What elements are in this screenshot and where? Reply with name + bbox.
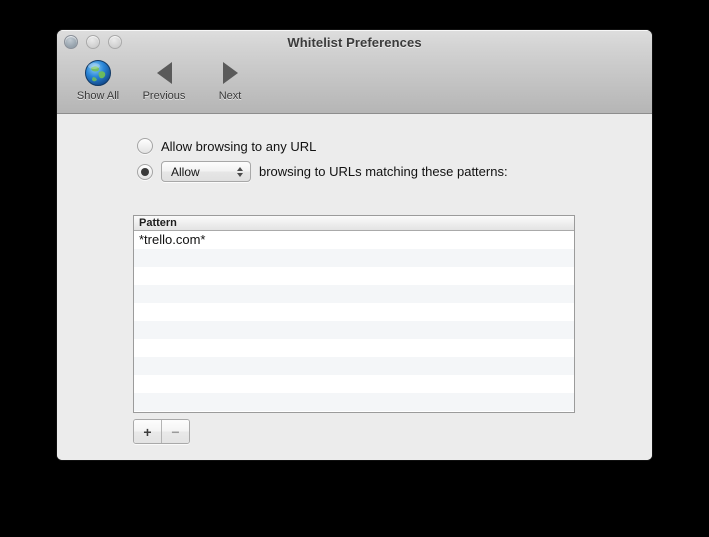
window-titlebar: Whitelist Preferences Show All Previous … — [57, 30, 652, 114]
table-row[interactable] — [134, 411, 574, 412]
globe-icon — [84, 58, 112, 88]
table-row[interactable] — [134, 267, 574, 285]
toolbar-item-label: Next — [218, 90, 242, 102]
radio-allow-any-url-label: Allow browsing to any URL — [161, 138, 317, 154]
table-row[interactable] — [134, 393, 574, 411]
table-row[interactable] — [134, 249, 574, 267]
toolbar-item-next[interactable]: Next — [201, 55, 259, 102]
add-remove-segmented-control: + − — [133, 419, 190, 444]
radio-match-patterns[interactable] — [137, 163, 153, 180]
pattern-table[interactable]: Pattern *trello.com* — [133, 215, 575, 413]
toolbar-item-show-all[interactable]: Show All — [69, 55, 127, 102]
radio-option-allow-any-url[interactable]: Allow browsing to any URL — [137, 138, 316, 154]
table-row[interactable] — [134, 357, 574, 375]
toolbar: Show All Previous Next — [57, 55, 259, 113]
allow-deny-popup-value: Allow — [171, 164, 200, 179]
toolbar-item-label: Previous — [142, 90, 186, 102]
column-header-pattern[interactable]: Pattern — [134, 217, 177, 229]
table-row[interactable] — [134, 285, 574, 303]
table-row[interactable]: *trello.com* — [134, 231, 574, 249]
match-patterns-trailing-label: browsing to URLs matching these patterns… — [259, 164, 508, 179]
arrow-right-icon — [222, 58, 238, 88]
table-body: *trello.com* — [134, 231, 574, 412]
allow-deny-popup-button[interactable]: Allow — [161, 161, 251, 182]
preferences-window: Whitelist Preferences Show All Previous … — [57, 30, 652, 460]
toolbar-item-previous[interactable]: Previous — [135, 55, 193, 102]
remove-pattern-button[interactable]: − — [162, 420, 189, 443]
toolbar-item-label: Show All — [76, 90, 120, 102]
table-header-row: Pattern — [134, 216, 574, 231]
table-row[interactable] — [134, 339, 574, 357]
table-row[interactable] — [134, 303, 574, 321]
chevron-updown-icon — [237, 166, 243, 177]
arrow-left-icon — [156, 58, 172, 88]
window-title: Whitelist Preferences — [287, 35, 422, 50]
table-row[interactable] — [134, 375, 574, 393]
radio-option-match-patterns[interactable]: Allow browsing to URLs matching these pa… — [137, 161, 508, 182]
table-row[interactable] — [134, 321, 574, 339]
content-pane: Allow browsing to any URL Allow browsing… — [57, 114, 652, 460]
add-pattern-button[interactable]: + — [134, 420, 162, 443]
radio-allow-any-url[interactable] — [137, 138, 153, 154]
